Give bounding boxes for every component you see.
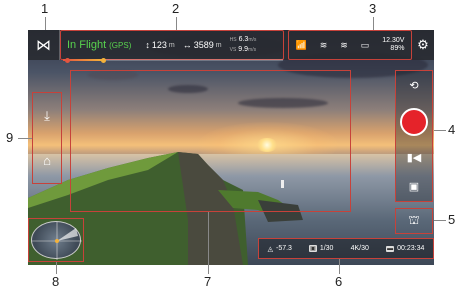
record-time-item: ▬ 00:23:34 (386, 245, 424, 252)
shutter-icon: ▣ (309, 245, 317, 252)
battery-percent: 89% (390, 45, 405, 52)
callout-line-6 (339, 259, 340, 274)
obstacle-avoidance-button[interactable]: ⛫ (395, 208, 433, 234)
battery-voltage: 12.30V (382, 37, 405, 44)
shutter-item: ▣ 1/30 (309, 245, 333, 252)
top-status-bar: ⋈ In Flight (GPS) ↕ 123 m ↔ 3589 m HS 6.3… (28, 30, 434, 63)
flight-progress-bar (63, 59, 283, 61)
flight-mode: (GPS) (109, 40, 132, 50)
home-point-dot (65, 58, 70, 63)
video-mode-icon[interactable]: ▮◀ (407, 151, 422, 164)
callout-line-7 (208, 212, 209, 274)
settings-button[interactable]: ⚙ (412, 37, 434, 53)
record-time-value: 00:23:34 (397, 245, 425, 252)
callout-line-4 (434, 130, 446, 131)
obstacle-avoidance-icon: ⛫ (408, 213, 420, 227)
radar-map (31, 221, 82, 260)
ev-value: -57.3 (275, 245, 292, 252)
camera-focus-region (70, 70, 351, 212)
camera-switch-icon[interactable]: ⟲ (409, 79, 418, 92)
callout-label-5: 5 (448, 212, 456, 227)
resolution-value: 4K/30 (350, 245, 369, 252)
flight-status-panel: In Flight (GPS) ↕ 123 m ↔ 3589 m HS 6.3m/… (60, 30, 284, 63)
gallery-icon[interactable]: ▣ (409, 180, 419, 193)
height-unit: m (168, 41, 175, 49)
callout-label-2: 2 (172, 1, 180, 16)
return-home-button[interactable]: ⌂ (36, 150, 58, 172)
callout-label-8: 8 (52, 274, 60, 289)
callout-label-3: 3 (369, 1, 377, 16)
battery-icon: ▭ (360, 39, 370, 50)
signal-panel: 📶 ≋ ≋ ▭ 12.30V 89% (288, 30, 412, 60)
vs-label: VS (229, 47, 237, 53)
callout-line-9 (18, 138, 32, 139)
video-signal-icon: ≋ (340, 39, 348, 50)
height-value: 123 (151, 40, 167, 50)
aircraft-point-dot (101, 58, 106, 63)
attitude-radar-panel[interactable] (28, 218, 84, 262)
callout-label-1: 1 (41, 1, 49, 16)
remote-signal-icon: ≋ (319, 39, 328, 50)
battery-readout: 12.30V 89% (382, 37, 404, 53)
annotated-screenshot: ⋈ In Flight (GPS) ↕ 123 m ↔ 3589 m HS 6.3… (0, 0, 458, 289)
hs-value: 6.3 (238, 36, 249, 43)
callout-label-4: 4 (448, 122, 456, 137)
callout-label-9: 9 (6, 130, 14, 145)
vs-value: 9.9 (238, 46, 249, 53)
callout-line-1 (45, 17, 46, 30)
camera-parameters-bar: ◬ -57.3 ▣ 1/30 4K/30 ▬ 00:23:34 (258, 238, 434, 259)
takeoff-icon: ⤓ (44, 107, 50, 123)
takeoff-landing-panel: ⤓ ⌂ (32, 92, 62, 184)
camera-control-panel: ⟲ ▮◀ ▣ (395, 70, 433, 202)
home-logo-button[interactable]: ⋈ (28, 30, 60, 60)
return-home-icon: ⌂ (43, 153, 51, 168)
distance-icon: ↔ (182, 40, 192, 50)
radar-heading-icon (32, 222, 82, 260)
callout-line-3 (373, 17, 374, 30)
hs-unit: m/s (248, 37, 257, 43)
distance-unit: m (215, 41, 222, 49)
callout-label-7: 7 (204, 274, 212, 289)
storage-icon: ▬ (386, 245, 395, 252)
callout-line-8 (56, 262, 57, 274)
height-icon: ↕ (145, 40, 150, 50)
satellite-icon: 📶 (295, 39, 307, 50)
distance-value: 3589 (193, 40, 214, 50)
speed-readout: HS 6.3m/s VS 9.9m/s (230, 35, 259, 55)
home-logo-icon: ⋈ (36, 37, 51, 54)
callout-line-5 (434, 220, 446, 221)
takeoff-button[interactable]: ⤓ (36, 105, 58, 127)
shutter-value: 1/30 (319, 245, 334, 252)
ev-icon: ◬ (267, 245, 273, 253)
gear-icon: ⚙ (417, 37, 429, 52)
flight-status: In Flight (67, 39, 107, 51)
record-button[interactable] (400, 107, 428, 136)
ev-item: ◬ -57.3 (268, 245, 292, 253)
callout-label-6: 6 (335, 274, 343, 289)
resolution-item: 4K/30 (351, 245, 369, 252)
hs-label: HS (229, 37, 237, 43)
vs-unit: m/s (248, 47, 257, 53)
callout-line-2 (176, 17, 177, 30)
